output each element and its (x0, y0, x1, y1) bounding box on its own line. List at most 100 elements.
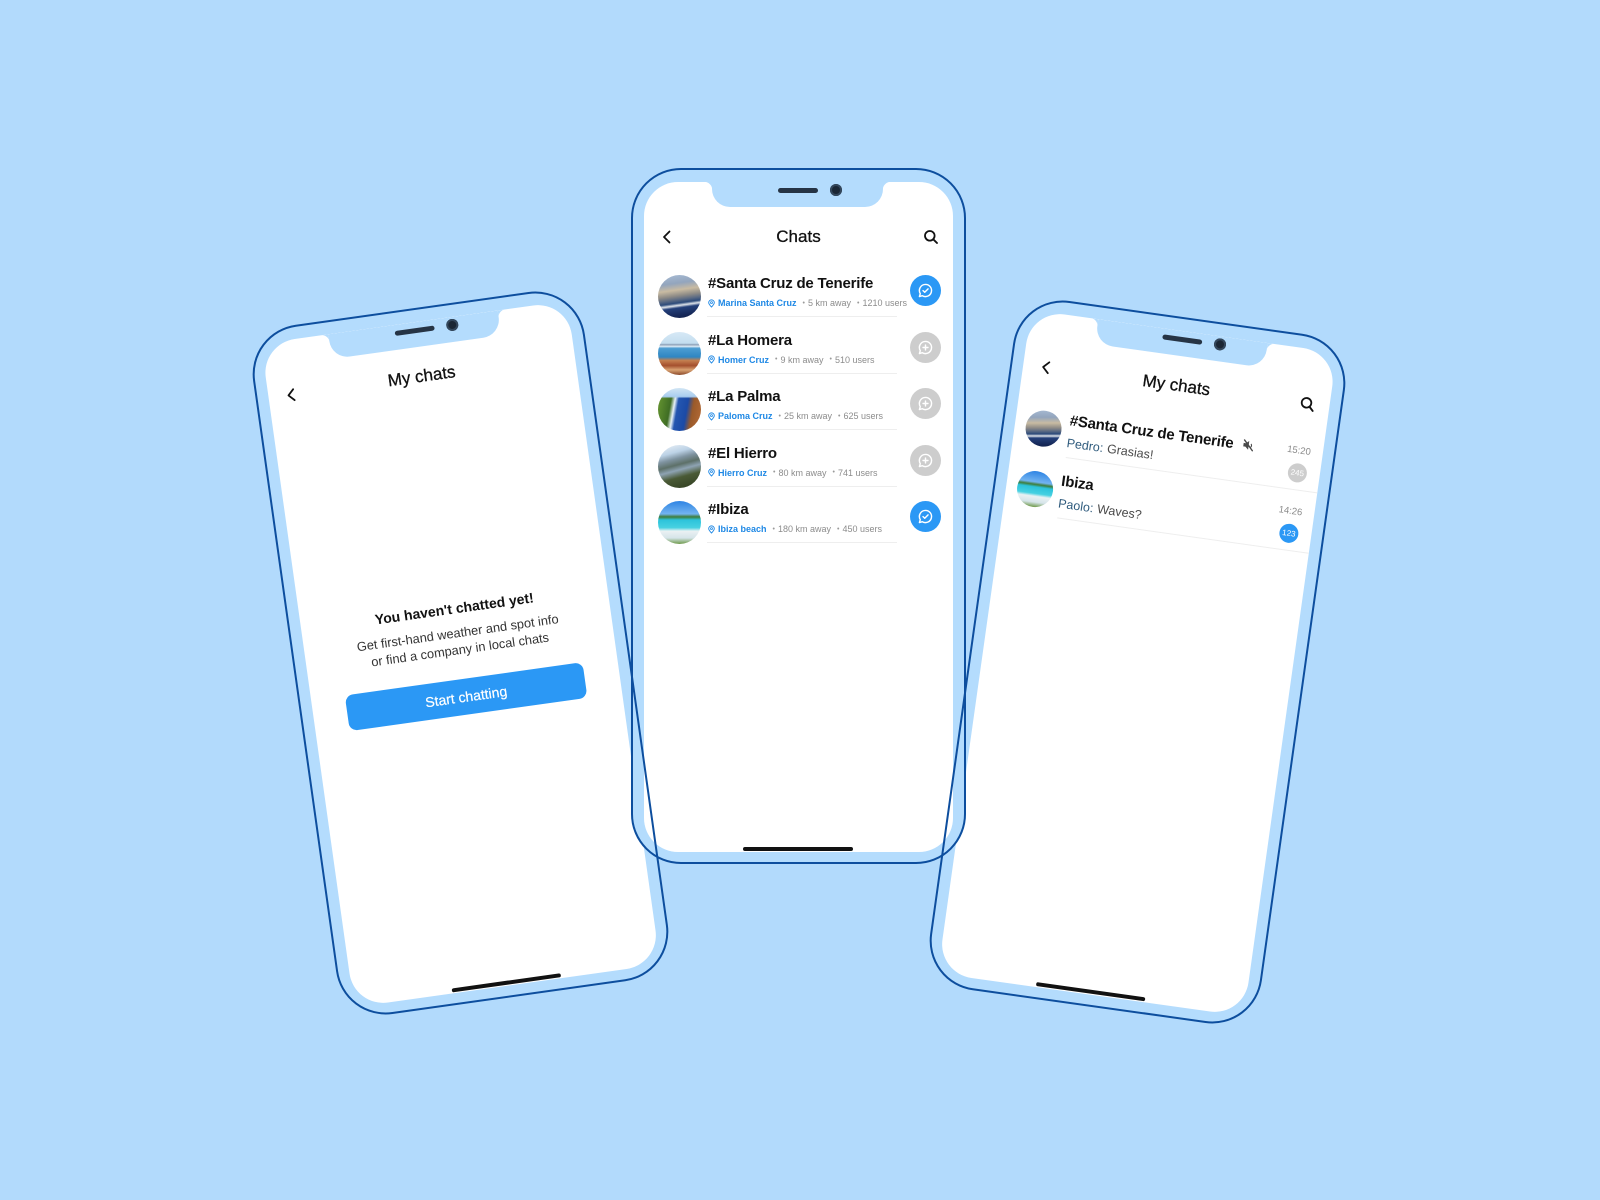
front-camera (445, 318, 460, 332)
join-chat-button[interactable] (910, 331, 941, 363)
meta-separator: • (857, 299, 860, 307)
search-icon (1300, 397, 1314, 412)
meta-separator: • (772, 525, 775, 533)
unread-count-badge: 245 (1286, 462, 1309, 484)
meta-separator: • (829, 356, 832, 363)
chat-plus-icon (918, 340, 933, 354)
map-pin-icon (708, 411, 715, 421)
chat-check-icon (918, 283, 933, 298)
row-divider (1057, 517, 1309, 554)
chat-list-item[interactable]: #Ibiza Ibiza beach • 180 km away • 450 u… (644, 500, 953, 556)
home-indicator[interactable] (743, 847, 853, 851)
map-pin-icon (708, 524, 715, 534)
chat-meta: Homer Cruz • 9 km away • 510 users (708, 354, 874, 366)
chat-name: #Ibiza (708, 501, 749, 518)
chat-plus-icon (918, 396, 933, 411)
row-divider (707, 372, 897, 374)
message-text: Waves? (1096, 501, 1143, 523)
phone-screen: My chats You haven't chatted yet! Get fi… (261, 300, 661, 1008)
meta-separator: • (838, 412, 841, 420)
row-divider (707, 429, 897, 430)
meta-separator: • (837, 525, 840, 533)
phone-screen: My chats #Santa Cruz de Tenerife Pedro: G… (937, 309, 1337, 1017)
chat-location-link[interactable]: Marina Santa Cruz (718, 298, 797, 308)
meta-separator: • (778, 412, 781, 420)
chat-title-row: Ibiza (1060, 472, 1095, 494)
chat-user-count: 625 users (843, 411, 883, 421)
chat-user-count: 510 users (834, 354, 875, 365)
row-divider (707, 485, 897, 487)
meta-separator: • (775, 356, 778, 363)
join-chat-button[interactable] (910, 275, 941, 306)
chat-list-item[interactable]: #La Homera Homer Cruz • 9 km away • 510 … (644, 331, 953, 387)
chat-user-count: 1210 users (862, 298, 907, 308)
chevron-left-icon (1042, 361, 1051, 375)
message-sender: Pedro: (1065, 436, 1105, 456)
chevron-left-icon (663, 230, 671, 244)
unread-count-badge: 123 (1278, 522, 1300, 545)
back-button[interactable] (1035, 356, 1058, 379)
chat-name: Ibiza (1060, 472, 1095, 494)
chat-location-link[interactable]: Ibiza beach (718, 524, 767, 534)
join-chat-button[interactable] (910, 388, 941, 419)
chat-distance: 80 km away (778, 467, 827, 478)
phone-screen: Chats #Santa Cruz de Tenerife Marina San… (644, 182, 953, 852)
search-button[interactable] (921, 227, 941, 247)
speaker-grille (1162, 333, 1203, 345)
chat-location-link[interactable]: Hierro Cruz (718, 468, 767, 478)
chat-list-item[interactable]: #Santa Cruz de Tenerife Marina Santa Cru… (644, 274, 953, 330)
chat-avatar (1023, 407, 1064, 449)
meta-separator: • (802, 299, 805, 307)
message-sender: Paolo: (1057, 496, 1095, 516)
chat-location-link[interactable]: Paloma Cruz (718, 411, 773, 421)
meta-separator: • (773, 469, 776, 476)
phone-notch (1094, 319, 1268, 368)
chat-avatar (658, 444, 701, 488)
search-button[interactable] (1296, 393, 1319, 416)
chat-name: #Santa Cruz de Tenerife (708, 275, 874, 292)
back-button[interactable] (657, 227, 677, 247)
map-pin-icon (708, 298, 715, 308)
chat-avatar (658, 501, 701, 544)
chat-plus-icon (918, 453, 933, 467)
chat-name: #La Homera (708, 331, 792, 349)
chat-meta: Paloma Cruz • 25 km away • 625 users (708, 410, 883, 422)
back-button[interactable] (280, 384, 303, 407)
chat-list-item[interactable]: #La Palma Paloma Cruz • 25 km away • 625… (644, 387, 953, 443)
chat-check-icon (918, 509, 933, 524)
start-chatting-button[interactable]: Start chatting (344, 662, 588, 732)
page-title: Chats (776, 227, 821, 246)
speaker-grille (394, 324, 435, 336)
row-divider (707, 542, 897, 543)
map-pin-icon (708, 468, 715, 477)
chat-meta: Ibiza beach • 180 km away • 450 users (708, 523, 882, 535)
message-time: 14:26 (1277, 504, 1303, 519)
meta-separator: • (832, 469, 835, 476)
chat-user-count: 741 users (837, 467, 878, 478)
chat-name: #El Hierro (708, 444, 777, 462)
chat-avatar (1014, 468, 1056, 509)
search-icon (924, 230, 938, 244)
map-pin-icon (708, 355, 715, 364)
mute-icon (1241, 437, 1257, 453)
chat-location-link[interactable]: Homer Cruz (718, 355, 769, 365)
chevron-left-icon (287, 388, 296, 402)
chat-avatar (658, 388, 701, 431)
page-title: My chats (1141, 371, 1212, 400)
phone-notch (328, 310, 502, 360)
front-camera (1213, 337, 1227, 352)
chat-meta: Marina Santa Cruz • 5 km away • 1210 use… (708, 297, 907, 309)
phone-my-chats-empty: My chats You haven't chatted yet! Get fi… (246, 285, 675, 1021)
row-divider (707, 316, 897, 317)
chat-avatar (658, 331, 701, 375)
front-camera (830, 184, 842, 196)
chat-distance: 5 km away (807, 298, 851, 308)
chat-distance: 180 km away (777, 524, 831, 534)
join-chat-button[interactable] (910, 444, 941, 476)
chat-distance: 25 km away (783, 411, 832, 421)
speaker-grille (778, 187, 818, 193)
chat-list-item[interactable]: #El Hierro Hierro Cruz • 80 km away • 74… (644, 444, 953, 500)
join-chat-button[interactable] (910, 501, 941, 532)
chat-distance: 9 km away (780, 354, 824, 365)
chat-avatar (658, 275, 701, 318)
